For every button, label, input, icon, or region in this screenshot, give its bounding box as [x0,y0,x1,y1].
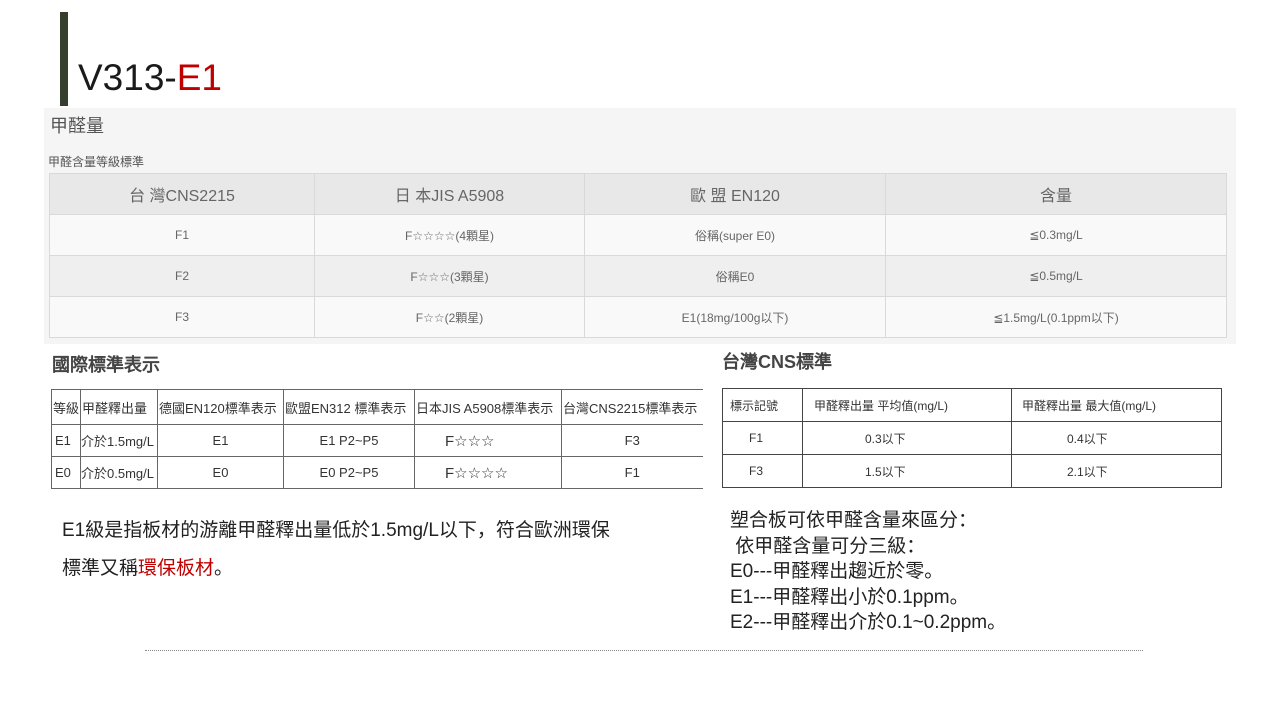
table-cell: F☆☆☆(3顆星) [314,255,585,297]
international-standards-table: 等級 甲醛釋出量 德國EN120標準表示 歐盟EN312 標準表示 日本JIS … [51,389,703,489]
e1-explanation-text: 標準又稱 [62,558,139,579]
table-header-row: 台 灣CNS2215 日 本JIS A5908 歐 盟 EN120 含量 [49,173,1227,215]
column-header: 標示記號 [722,388,803,422]
note-line: 塑合板可依甲醛含量來區分： [730,510,978,531]
particleboard-grading-note: 塑合板可依甲醛含量來區分： 依甲醛含量可分三級： E0---甲醛釋出趨近於零。 … [730,508,1006,636]
table-row: F1 0.3以下 0.4以下 [722,421,1222,455]
dotted-divider [145,650,1143,651]
table-header-row: 標示記號 甲醛釋出量 平均值(mg/L) 甲醛釋出量 最大值(mg/L) [722,388,1222,422]
slide: V313-E1 甲醛量 甲醛含量等級標準 台 灣CNS2215 日 本JIS A… [0,0,1280,720]
column-header: 歐盟EN312 標準表示 [283,389,415,425]
column-header: 甲醛釋出量 [80,389,158,425]
table-row: F1 F☆☆☆☆(4顆星) 俗稱(super E0) ≦0.3mg/L [49,214,1227,256]
table-cell: F☆☆(2顆星) [314,296,585,338]
table-cell: E1 [157,424,284,457]
title-prefix: V313- [78,57,177,98]
note-line: E0---甲醛釋出趨近於零。 [730,561,944,582]
table-cell: E0 [51,456,81,489]
column-header: 台灣CNS2215標準表示 [561,389,703,425]
table-cell: F1 [49,214,315,256]
e1-explanation-text: 。 [214,558,234,579]
table-cell: E0 P2~P5 [283,456,415,489]
table-cell: 介於1.5mg/L [80,424,158,457]
column-header: 甲醛釋出量 平均值(mg/L) [802,388,1012,422]
table-cell: F2 [49,255,315,297]
table-row: E0 介於0.5mg/L E0 E0 P2~P5 F☆☆☆☆ F1 [51,456,703,489]
table-cell: E0 [157,456,284,489]
e1-explanation-line: E1級是指板材的游離甲醛釋出量低於1.5mg/L以下，符合歐洲環保 [62,520,610,541]
table-cell: F1 [722,421,803,455]
panel-subheading: 甲醛含量等級標準 [48,155,145,169]
note-line: E2---甲醛釋出介於0.1~0.2ppm。 [730,612,1007,633]
table-cell: 0.4以下 [1011,421,1222,455]
table-cell: E1 P2~P5 [283,424,415,457]
formaldehyde-grade-table: 台 灣CNS2215 日 本JIS A5908 歐 盟 EN120 含量 F1 … [49,173,1227,338]
table-cell: ≦0.5mg/L [885,255,1227,297]
table-row: F2 F☆☆☆(3顆星) 俗稱E0 ≦0.5mg/L [49,255,1227,297]
table-cell: F3 [561,424,703,457]
eco-board-highlight: 環保板材 [138,558,215,579]
note-line: 依甲醛含量可分三級： [730,535,926,557]
panel-heading: 甲醛量 [50,116,104,136]
title-highlight: E1 [176,57,222,98]
column-header: 等級 [51,389,81,425]
slide-title: V313-E1 [78,56,222,100]
table-cell: F3 [722,454,803,488]
star-rating-cell: F☆☆☆☆ [414,456,562,489]
table-row: F3 F☆☆(2顆星) E1(18mg/100g以下) ≦1.5mg/L(0.1… [49,296,1227,338]
table-cell: 0.3以下 [802,421,1012,455]
column-header: 台 灣CNS2215 [49,173,315,215]
column-header: 日 本JIS A5908 [314,173,585,215]
taiwan-cns-table: 標示記號 甲醛釋出量 平均值(mg/L) 甲醛釋出量 最大值(mg/L) F1 … [722,388,1222,488]
table-cell: F1 [561,456,703,489]
column-header: 德國EN120標準表示 [157,389,284,425]
table-row: F3 1.5以下 2.1以下 [722,454,1222,488]
column-header: 甲醛釋出量 最大值(mg/L) [1011,388,1222,422]
table-cell: 2.1以下 [1011,454,1222,488]
table-cell: F☆☆☆☆(4顆星) [314,214,585,256]
table-header-row: 等級 甲醛釋出量 德國EN120標準表示 歐盟EN312 標準表示 日本JIS … [51,389,703,425]
international-standards-heading: 國際標準表示 [52,355,160,375]
table-cell: F3 [49,296,315,338]
column-header: 日本JIS A5908標準表示 [414,389,562,425]
column-header: 含量 [885,173,1227,215]
e1-explanation-line: 標準又稱環保板材。 [62,550,610,588]
taiwan-cns-heading: 台灣CNS標準 [722,352,833,372]
table-cell: 俗稱E0 [584,255,886,297]
table-cell: ≦1.5mg/L(0.1ppm以下) [885,296,1227,338]
title-accent-bar [60,12,68,106]
table-cell: 俗稱(super E0) [584,214,886,256]
note-line: E1---甲醛釋出小於0.1ppm。 [730,586,969,608]
table-row: E1 介於1.5mg/L E1 E1 P2~P5 F☆☆☆ F3 [51,424,703,457]
table-cell: E1(18mg/100g以下) [584,296,886,338]
e1-explanation: E1級是指板材的游離甲醛釋出量低於1.5mg/L以下，符合歐洲環保 標準又稱環保… [62,512,610,588]
star-rating-cell: F☆☆☆ [414,424,562,457]
table-cell: 1.5以下 [802,454,1012,488]
table-cell: 介於0.5mg/L [80,456,158,489]
table-cell: E1 [51,424,81,457]
formaldehyde-panel: 甲醛量 甲醛含量等級標準 台 灣CNS2215 日 本JIS A5908 歐 盟… [44,108,1236,344]
column-header: 歐 盟 EN120 [584,173,886,215]
table-cell: ≦0.3mg/L [885,214,1227,256]
